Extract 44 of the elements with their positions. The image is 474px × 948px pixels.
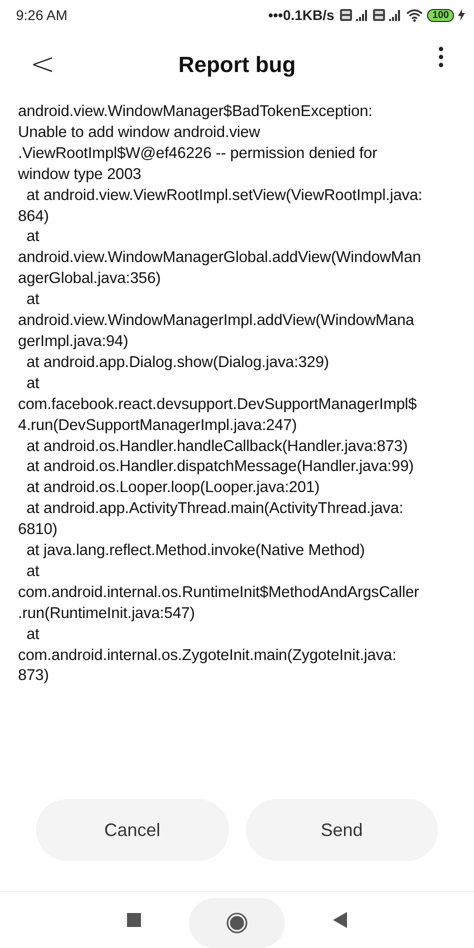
volte-icon xyxy=(340,9,352,21)
signal-icon xyxy=(389,10,402,20)
stack-trace-line: .ViewRootImpl$W@ef46226 -- permission denied for xyxy=(18,144,378,164)
stack-trace-line: at android.os.Handler.dispatchMessage(Handler.java:99) xyxy=(25,457,415,478)
stack-trace-line: at xyxy=(25,374,40,394)
stack-trace-line: 6810) xyxy=(18,520,58,540)
stack-trace-line: at android.app.ActivityThread.main(ActivityThread.java: xyxy=(25,499,404,520)
stack-trace-line: gerImpl.java:94) xyxy=(18,332,130,352)
network-speed: •••0.1KB/s xyxy=(268,7,334,23)
stack-trace-line: com.facebook.react.devsupport.DevSupportManagerImpl$ xyxy=(18,394,418,415)
stack-trace-line: at java.lang.reflect.Method.invoke(Native Method) xyxy=(25,541,366,562)
stack-trace-line: com.android.internal.os.ZygoteInit.main(ZygoteInit.java: xyxy=(18,646,398,666)
stack-trace-line: at android.os.Handler.handleCallback(Handler.java:873) xyxy=(25,436,409,456)
send-button[interactable]: Send xyxy=(246,799,438,861)
battery-indicator: 100 xyxy=(427,8,454,22)
volte-icon xyxy=(373,9,386,21)
home-button[interactable] xyxy=(189,898,285,948)
wifi-icon xyxy=(406,8,424,22)
back-icon[interactable] xyxy=(333,912,347,928)
signal-icon xyxy=(356,10,370,20)
stack-trace-line: android.view.WindowManagerGlobal.addView(WindowMan xyxy=(18,248,422,268)
page-title: Report bug xyxy=(178,52,296,78)
stack-trace-line: at android.app.Dialog.show(Dialog.java:329) xyxy=(25,352,330,373)
home-icon[interactable] xyxy=(226,912,248,934)
stack-trace-line: android.view.WindowManagerImpl.addView(WindowMana xyxy=(18,311,416,332)
stack-trace-line: .run(RuntimeInit.java:547) xyxy=(18,604,196,624)
stack-trace-line: window type 2003 xyxy=(18,164,142,185)
stack-trace-line: Unable to add window android.view xyxy=(18,122,262,143)
stack-trace-line: android.view.WindowManager$BadTokenException: xyxy=(18,102,374,122)
stack-trace-line: 4.run(DevSupportManagerImpl.java:247) xyxy=(18,416,298,436)
stack-trace-line: at xyxy=(25,624,40,645)
stack-trace-line: at android.view.ViewRootImpl.setView(ViewRootImpl.java: xyxy=(25,186,424,206)
status-time: 9:26 AM xyxy=(16,7,68,23)
stack-trace-line: at xyxy=(25,290,40,310)
stack-trace-line: 864) xyxy=(18,206,50,227)
stack-trace-line: com.android.internal.os.RuntimeInit$MethodAndArgsCaller xyxy=(18,582,420,603)
stack-trace-line: at xyxy=(25,227,40,248)
stack-trace-line: agerGlobal.java:356) xyxy=(18,269,162,290)
cancel-button[interactable]: Cancel xyxy=(36,799,228,861)
back-button[interactable]: < xyxy=(26,50,60,80)
stack-trace-line: at android.os.Looper.loop(Looper.java:201) xyxy=(25,478,321,498)
more-options-icon[interactable] xyxy=(438,46,444,68)
stack-trace-line: at xyxy=(25,562,40,582)
stack-trace-line: 873) xyxy=(18,666,50,686)
